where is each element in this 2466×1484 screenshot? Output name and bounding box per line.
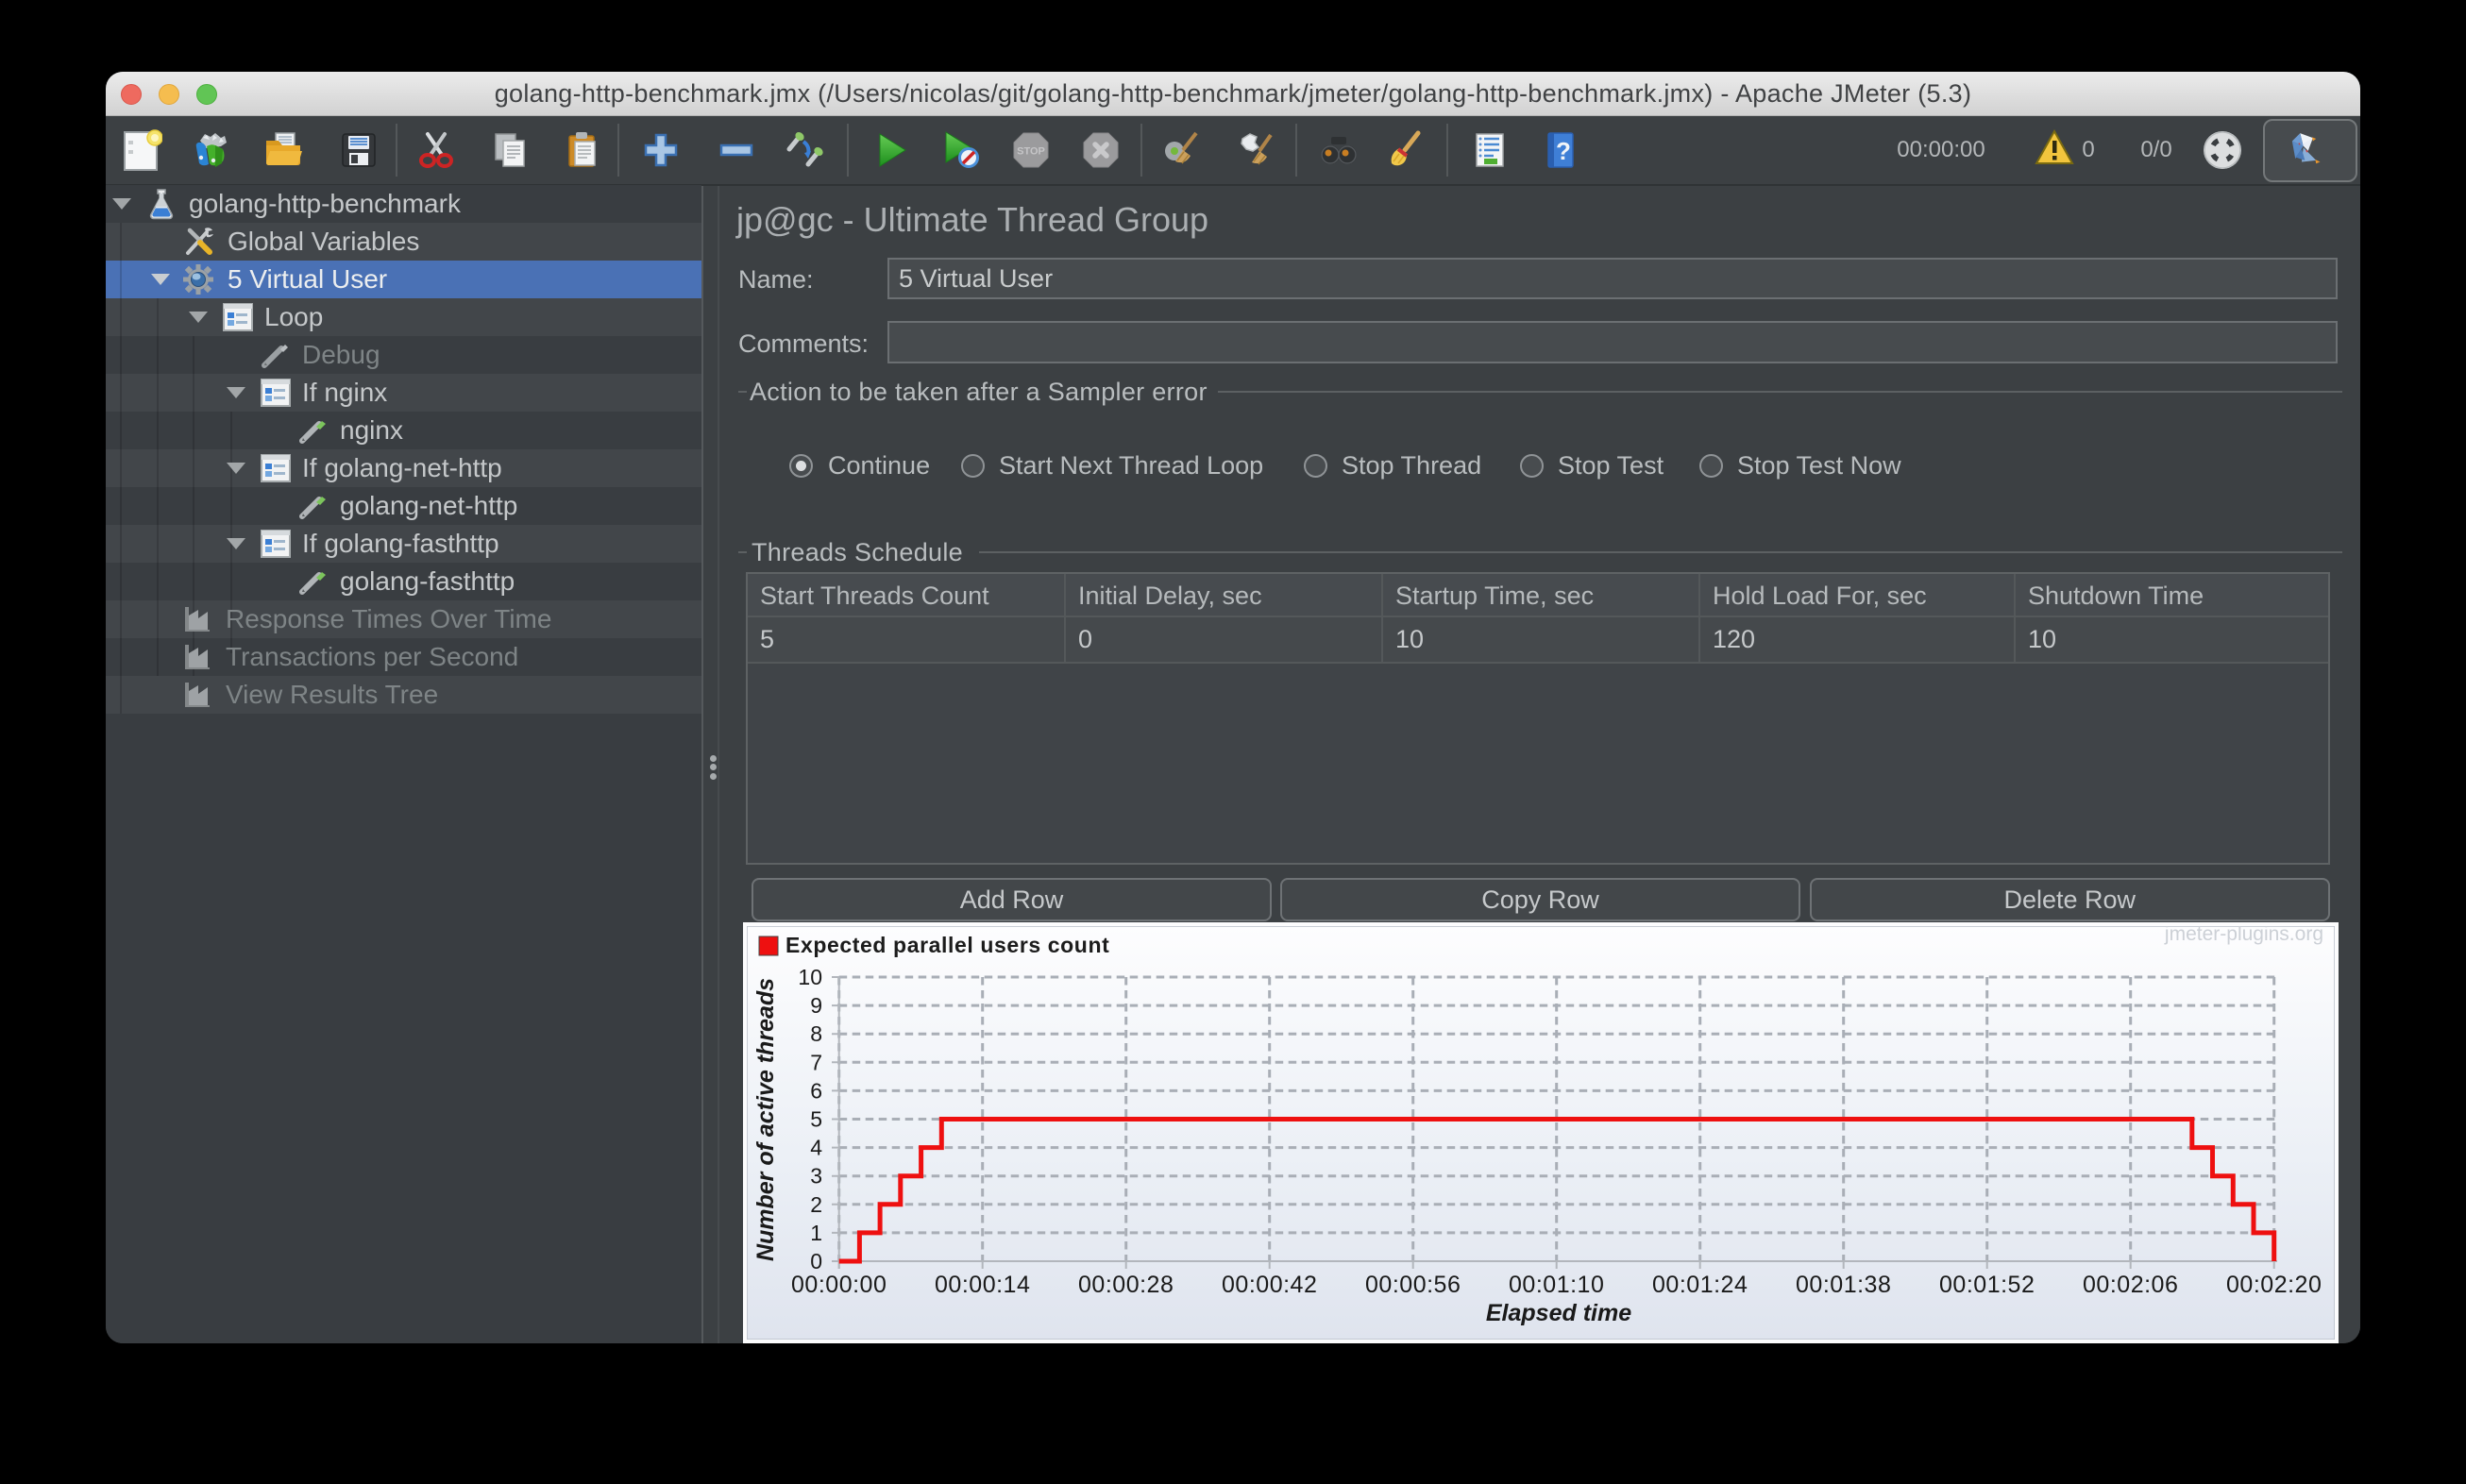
svg-text:00:00:42: 00:00:42	[1222, 1272, 1317, 1298]
svg-text:0: 0	[810, 1249, 822, 1273]
svg-text:00:00:56: 00:00:56	[1365, 1272, 1461, 1298]
svg-text:00:01:24: 00:01:24	[1652, 1272, 1748, 1298]
svg-text:Expected parallel users count: Expected parallel users count	[785, 933, 1109, 957]
svg-text:00:00:00: 00:00:00	[791, 1272, 887, 1298]
svg-text:?: ?	[1556, 137, 1571, 165]
svg-text:10: 10	[798, 965, 822, 989]
svg-text:jmeter-plugins.org: jmeter-plugins.org	[2164, 926, 2323, 945]
svg-text:STOP: STOP	[1017, 146, 1045, 158]
svg-text:4: 4	[810, 1136, 822, 1160]
svg-text:00:00:14: 00:00:14	[935, 1272, 1030, 1298]
svg-text:6: 6	[810, 1078, 822, 1103]
svg-text:8: 8	[810, 1021, 822, 1046]
svg-text:00:01:52: 00:01:52	[1939, 1272, 2035, 1298]
svg-text:Elapsed time: Elapsed time	[1486, 1300, 1631, 1326]
svg-text:2: 2	[810, 1192, 822, 1217]
svg-text:9: 9	[810, 993, 822, 1018]
svg-text:00:02:06: 00:02:06	[2083, 1272, 2178, 1298]
svg-text:1: 1	[810, 1221, 822, 1245]
svg-text:Number of active threads: Number of active threads	[752, 978, 779, 1261]
svg-text:00:01:10: 00:01:10	[1509, 1272, 1604, 1298]
svg-text:3: 3	[810, 1164, 822, 1189]
svg-text:00:02:20: 00:02:20	[2226, 1272, 2322, 1298]
svg-text:00:00:28: 00:00:28	[1078, 1272, 1174, 1298]
svg-text:7: 7	[810, 1050, 822, 1074]
svg-text:00:01:38: 00:01:38	[1796, 1272, 1891, 1298]
svg-text:5: 5	[810, 1107, 822, 1132]
